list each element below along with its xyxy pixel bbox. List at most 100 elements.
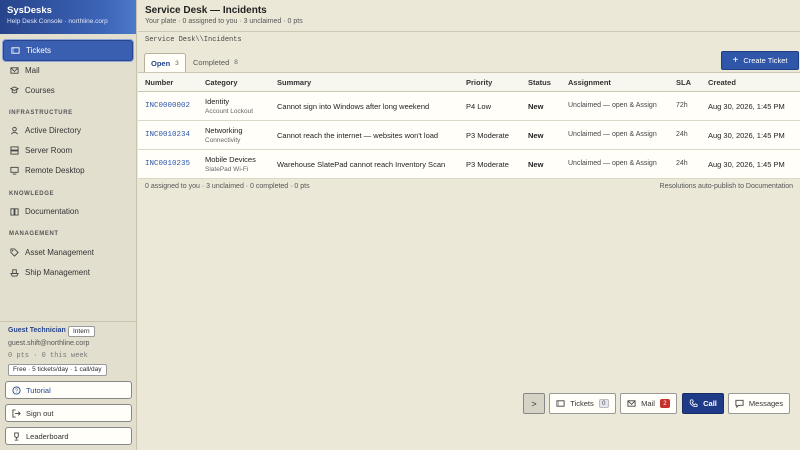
sidebar-item-label: Ship Management: [25, 268, 90, 277]
brand-header: SysDesks Help Desk Console · northline.c…: [0, 0, 136, 34]
phone-icon: [689, 399, 698, 408]
sidebar-item-label: Remote Desktop: [25, 166, 85, 175]
sidebar-item-mail[interactable]: Mail: [3, 60, 133, 81]
summary: Cannot reach the internet — websites won…: [277, 131, 439, 140]
table-row[interactable]: INC0000002 Identity Account Lockout Canno…: [138, 92, 800, 121]
category-cell: Networking Connectivity: [205, 126, 243, 146]
dock-messages-button[interactable]: Messages: [728, 393, 790, 414]
section-label-knowledge: KNOWLEDGE: [9, 191, 55, 197]
tickets-count-badge: 0: [598, 399, 609, 408]
sidebar-item-active-directory[interactable]: Active Directory: [3, 120, 133, 141]
created: Aug 30, 2026, 1:45 PM: [708, 160, 785, 169]
table-row[interactable]: INC0010234 Networking Connectivity Cannot…: [138, 121, 800, 150]
ship-icon: [10, 268, 19, 277]
main-content: Service Desk — Incidents Your plate · 0 …: [138, 0, 800, 450]
ticket-icon: [556, 399, 565, 408]
dock-toggle-button[interactable]: >: [523, 393, 545, 414]
server-icon: [10, 146, 19, 155]
sidebar-item-asset-management[interactable]: Asset Management: [3, 242, 133, 263]
sidebar-item-ship-management[interactable]: Ship Management: [3, 262, 133, 283]
assignment[interactable]: Unclaimed — open & Assign: [568, 131, 657, 138]
tab-completed[interactable]: Completed 8: [187, 53, 244, 72]
monitor-icon: [10, 166, 19, 175]
header-divider: [138, 31, 800, 32]
breadcrumb: Service Desk\\Incidents: [145, 36, 242, 44]
column-header-summary[interactable]: Summary: [277, 78, 311, 87]
sign-out-button[interactable]: Sign out: [5, 404, 132, 422]
sidebar-item-label: Asset Management: [25, 248, 94, 257]
create-ticket-button[interactable]: + Create Ticket: [721, 51, 799, 70]
column-header-sla[interactable]: SLA: [676, 78, 691, 87]
mail-icon: [10, 66, 19, 75]
sidebar-item-label: Active Directory: [25, 126, 82, 135]
tag-icon: [10, 248, 19, 257]
section-label-management: MANAGEMENT: [9, 231, 59, 237]
plus-icon: +: [732, 54, 739, 66]
priority: P4 Low: [466, 102, 492, 111]
dock-messages-label: Messages: [748, 399, 784, 408]
page-title: Service Desk — Incidents: [145, 5, 267, 16]
plan-badge: Free · 5 tickets/day · 1 call/day: [8, 364, 107, 376]
user-points: 0 pts · 0 this week: [8, 352, 88, 360]
sidebar-item-label: Documentation: [25, 207, 79, 216]
app-title: SysDesks: [7, 5, 52, 16]
role-badge: Intern: [68, 326, 95, 337]
subcategory: SlatePad Wi-Fi: [205, 166, 249, 173]
dock-tickets-button[interactable]: Tickets 0: [549, 393, 616, 414]
ticket-icon: [11, 46, 20, 55]
create-ticket-label: Create Ticket: [743, 56, 788, 65]
column-header-assignment[interactable]: Assignment: [568, 78, 611, 87]
sidebar-divider: [0, 321, 137, 322]
incident-number[interactable]: INC0010235: [145, 160, 190, 168]
column-header-status[interactable]: Status: [528, 78, 551, 87]
chat-icon: [735, 399, 744, 408]
sidebar: SysDesks Help Desk Console · northline.c…: [0, 0, 137, 450]
sidebar-item-remote-desktop[interactable]: Remote Desktop: [3, 160, 133, 181]
sidebar-item-server-room[interactable]: Server Room: [3, 140, 133, 161]
mail-icon: [627, 399, 636, 408]
mail-count-badge: 2: [659, 399, 670, 408]
column-header-number[interactable]: Number: [145, 78, 173, 87]
trophy-icon: [12, 431, 21, 441]
created: Aug 30, 2026, 1:45 PM: [708, 102, 785, 111]
subcategory: Connectivity: [205, 137, 241, 144]
column-header-category[interactable]: Category: [205, 78, 238, 87]
summary: Warehouse SlatePad cannot reach Inventor…: [277, 160, 446, 169]
sidebar-item-courses[interactable]: Courses: [3, 80, 133, 101]
leaderboard-button[interactable]: Leaderboard: [5, 427, 132, 445]
status: New: [528, 131, 544, 140]
tutorial-button[interactable]: ? Tutorial: [5, 381, 132, 399]
sign-out-label: Sign out: [26, 408, 54, 418]
column-header-priority[interactable]: Priority: [466, 78, 492, 87]
app-subtitle: Help Desk Console · northline.corp: [7, 18, 108, 25]
page-subtitle: Your plate · 0 assigned to you · 3 uncla…: [145, 18, 303, 25]
table-row[interactable]: INC0010235 Mobile Devices SlatePad Wi-Fi …: [138, 150, 800, 179]
dock-call-button[interactable]: Call: [682, 393, 724, 414]
help-icon: ?: [12, 385, 21, 395]
dock-call-label: Call: [703, 399, 717, 408]
sidebar-item-documentation[interactable]: Documentation: [3, 201, 133, 222]
tab-open[interactable]: Open 3: [144, 53, 186, 72]
sla: 24h: [676, 160, 688, 167]
tab-label: Open: [151, 58, 171, 68]
incident-number[interactable]: INC0010234: [145, 131, 190, 139]
sidebar-item-tickets[interactable]: Tickets: [3, 40, 133, 61]
user-email: guest.shift@northline.corp: [8, 340, 90, 347]
category: Mobile Devices: [205, 155, 256, 164]
sidebar-item-label: Tickets: [26, 46, 52, 55]
subcategory: Account Lockout: [205, 108, 254, 115]
assignment[interactable]: Unclaimed — open & Assign: [568, 160, 657, 167]
status: New: [528, 160, 544, 169]
status: New: [528, 102, 544, 111]
sidebar-item-label: Server Room: [25, 146, 73, 155]
sign-out-icon: [12, 408, 21, 418]
incident-number[interactable]: INC0000002: [145, 102, 190, 110]
category-cell: Mobile Devices SlatePad Wi-Fi: [205, 155, 256, 175]
column-header-created[interactable]: Created: [708, 78, 736, 87]
priority: P3 Moderate: [466, 160, 509, 169]
dock-tickets-label: Tickets: [570, 399, 594, 408]
sidebar-item-label: Mail: [25, 66, 40, 75]
dock-mail-button[interactable]: Mail 2: [620, 393, 677, 414]
assignment[interactable]: Unclaimed — open & Assign: [568, 102, 657, 109]
dock-mail-label: Mail: [641, 399, 655, 408]
